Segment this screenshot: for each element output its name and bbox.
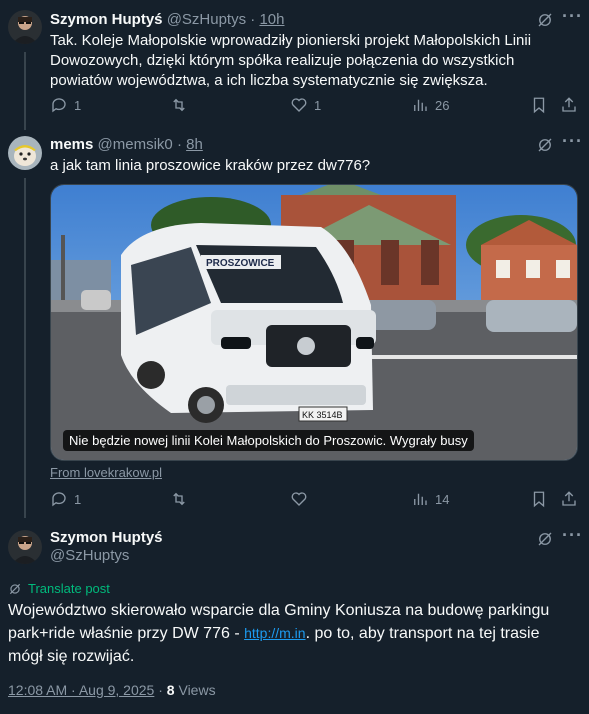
translate-post-button[interactable]: Translate post bbox=[8, 581, 110, 596]
more-options-icon[interactable]: ··· bbox=[562, 525, 583, 546]
tweet-header: Szymon Huptyś @SzHuptys · 10h bbox=[50, 11, 285, 28]
bus-photo: PROSZOWICE KK 3514B bbox=[51, 185, 577, 460]
tweet-text: Tak. Koleje Małopolskie wprowadziły pion… bbox=[50, 32, 532, 89]
grok-icon[interactable] bbox=[536, 530, 554, 552]
retweet-button[interactable] bbox=[170, 96, 188, 114]
post-link[interactable]: http://m.in bbox=[244, 625, 305, 641]
tweet-header: mems @memsik0 · 8h bbox=[50, 136, 203, 153]
author-handle[interactable]: @memsik0 bbox=[98, 136, 173, 153]
thread-line bbox=[24, 52, 26, 130]
like-button[interactable]: 1 bbox=[290, 96, 321, 114]
reply-icon bbox=[52, 492, 66, 507]
post-timestamp[interactable]: 12:08 AM · Aug 9, 2025 bbox=[8, 682, 154, 698]
analytics-icon bbox=[414, 493, 427, 505]
translate-icon bbox=[9, 583, 21, 594]
retweet-button[interactable] bbox=[170, 490, 188, 508]
views-count: 8 bbox=[166, 682, 175, 698]
reply-button[interactable]: 1 bbox=[50, 96, 81, 114]
retweet-icon bbox=[173, 98, 185, 112]
license-plate: KK 3514B bbox=[302, 410, 343, 420]
author-name[interactable]: mems bbox=[50, 136, 93, 153]
grok-icon[interactable] bbox=[536, 136, 554, 158]
share-icon[interactable] bbox=[560, 490, 578, 512]
views-label: Views bbox=[178, 682, 216, 698]
thread-line bbox=[24, 178, 26, 518]
avatar[interactable] bbox=[8, 10, 42, 44]
author-name[interactable]: Szymon Huptyś bbox=[50, 529, 163, 546]
grok-icon[interactable] bbox=[536, 11, 554, 33]
reply-button[interactable]: 1 bbox=[50, 490, 81, 508]
link-card-source[interactable]: From lovekrakow.pl bbox=[50, 465, 162, 480]
link-card-title: Nie będzie nowej linii Kolei Małopolskic… bbox=[63, 430, 474, 451]
more-options-icon[interactable]: ··· bbox=[562, 131, 583, 152]
bookmark-icon[interactable] bbox=[530, 96, 548, 118]
heart-icon bbox=[291, 492, 307, 506]
retweet-icon bbox=[173, 492, 185, 506]
views-button[interactable]: 26 bbox=[411, 96, 449, 114]
author-handle[interactable]: @SzHuptys bbox=[167, 11, 246, 28]
views-button[interactable]: 14 bbox=[411, 490, 449, 508]
post-text: Województwo skierowało wsparcie dla Gmin… bbox=[8, 602, 550, 665]
tweet-time[interactable]: 8h bbox=[186, 136, 203, 153]
more-options-icon[interactable]: ··· bbox=[562, 6, 583, 27]
post-meta: 12:08 AM · Aug 9, 2025 · 8 Views bbox=[8, 682, 216, 698]
bookmark-icon[interactable] bbox=[530, 490, 548, 512]
reply-icon bbox=[52, 98, 66, 113]
tweet-text: a jak tam linia proszowice kraków przez … bbox=[50, 157, 371, 174]
author-name[interactable]: Szymon Huptyś bbox=[50, 11, 163, 28]
tweet-time[interactable]: 10h bbox=[259, 11, 284, 28]
like-button[interactable] bbox=[290, 490, 308, 508]
heart-icon bbox=[291, 98, 307, 112]
avatar[interactable] bbox=[8, 530, 42, 564]
share-icon[interactable] bbox=[560, 96, 578, 118]
link-card-image[interactable]: PROSZOWICE KK 3514B bbox=[50, 184, 578, 461]
bus-sign: PROSZOWICE bbox=[206, 258, 275, 269]
analytics-icon bbox=[414, 99, 427, 111]
author-handle[interactable]: @SzHuptys bbox=[50, 547, 129, 564]
avatar[interactable] bbox=[8, 136, 42, 170]
